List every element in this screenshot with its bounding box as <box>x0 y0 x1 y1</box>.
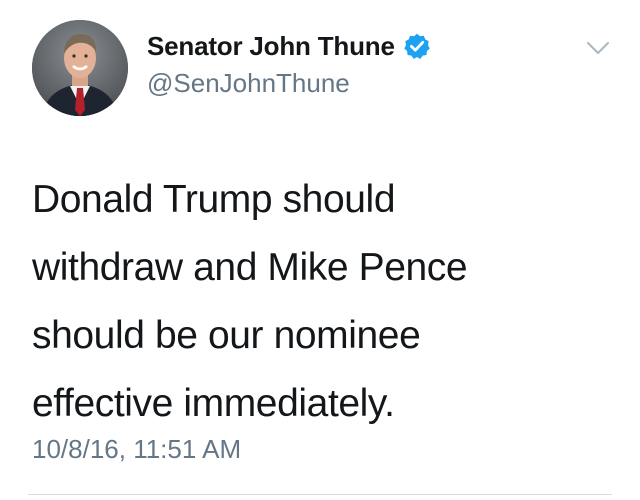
profile-photo-icon <box>32 20 128 116</box>
divider <box>28 494 612 495</box>
timestamp[interactable]: 10/8/16, 11:51 AM <box>32 434 241 465</box>
tweet-text-line: withdraw and Mike Pence <box>32 246 468 289</box>
chevron-down-icon[interactable] <box>585 38 611 58</box>
handle[interactable]: @SenJohnThune <box>147 68 350 99</box>
tweet-text-line: effective immediately. <box>32 382 395 425</box>
avatar[interactable] <box>32 20 128 116</box>
author-name-row[interactable]: Senator John Thune <box>147 28 431 64</box>
verified-badge-icon <box>403 32 431 60</box>
tweet-text-line: should be our nominee <box>32 314 421 357</box>
display-name[interactable]: Senator John Thune <box>147 31 395 62</box>
tweet-card: Senator John Thune @SenJohnThune Donald … <box>0 0 640 500</box>
tweet-text-line: Donald Trump should <box>32 178 396 221</box>
tweet-text: Donald Trump should withdraw and Mike Pe… <box>32 166 612 438</box>
